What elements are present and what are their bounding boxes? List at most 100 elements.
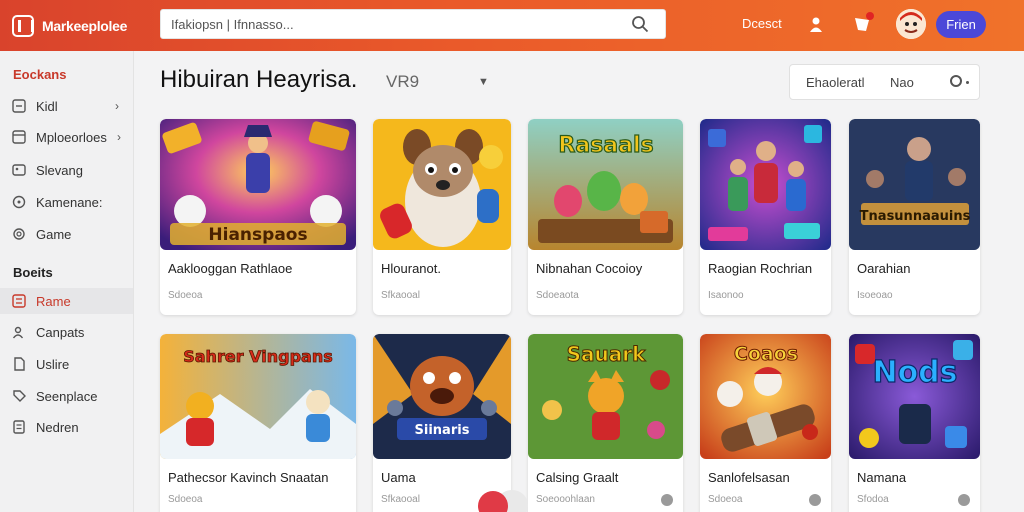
version-select[interactable]: VR9 xyxy=(386,72,419,92)
chevron-right-icon: › xyxy=(115,99,119,113)
game-card[interactable]: Raogian Rochrian Isaonoo xyxy=(700,119,831,315)
sidebar-item[interactable]: Game xyxy=(0,221,133,247)
search-icon[interactable] xyxy=(631,15,649,33)
sidebar-item[interactable]: Uslire xyxy=(0,351,133,377)
badge-icon xyxy=(958,494,970,506)
chevron-right-icon: › xyxy=(117,130,121,144)
game-card[interactable]: Nods Namana Sfodoa xyxy=(849,334,980,512)
sidebar-item[interactable]: Canpats xyxy=(0,319,133,345)
card-thumbnail: Sahrer Vingpans xyxy=(160,334,356,459)
sidebar-item-label: Mploeorloes xyxy=(36,129,107,145)
sidebar-item-label: Slevang xyxy=(36,162,83,178)
card-thumbnail: Nods xyxy=(849,334,980,459)
card-art-text: Sahrer Vingpans xyxy=(183,347,333,366)
sidebar: Eockans Kidl › Mploeorloes › Slevang Kam… xyxy=(0,51,134,512)
card-title: Nibnahan Cocoioy xyxy=(536,261,643,276)
sidebar-item-label: Game xyxy=(36,226,72,242)
card-thumbnail xyxy=(373,119,511,250)
list-icon xyxy=(11,293,27,309)
document-icon xyxy=(11,419,27,435)
card-art-text: Rasaals xyxy=(558,133,653,158)
search-value: Ifakiopsn | Ifnnasso... xyxy=(171,17,294,32)
avatar[interactable] xyxy=(896,9,926,39)
sidebar-item[interactable]: Nedren xyxy=(0,414,133,440)
game-card[interactable]: Siinaris Uama Sfkaooal xyxy=(373,334,511,512)
card-subtitle: Sdoeoa xyxy=(708,494,743,505)
sidebar-item-label: Kamenane: xyxy=(36,194,103,210)
game-card[interactable]: Hlouranot. Sfkaooal xyxy=(373,119,511,315)
card-subtitle: Isoeoao xyxy=(857,290,893,301)
card-thumbnail: Siinaris xyxy=(373,334,511,459)
sidebar-item[interactable]: Mploeorloes › xyxy=(0,124,133,150)
circle-icon xyxy=(11,194,27,210)
game-card[interactable]: Hianspaos Aaklooggan Rathlaoe Sdoeoa xyxy=(160,119,356,315)
card-title: Calsing Graalt xyxy=(536,470,619,485)
card-title: Oarahian xyxy=(857,261,911,276)
sidebar-item-label: Uslire xyxy=(36,356,70,372)
card-subtitle: Sdoeaota xyxy=(536,290,579,301)
badge-icon xyxy=(661,494,673,506)
box-icon xyxy=(11,129,27,145)
options-icon[interactable] xyxy=(950,75,962,87)
sidebar-section-title: Boeits xyxy=(13,265,53,280)
card-thumbnail: Rasaals xyxy=(528,119,683,250)
users-icon xyxy=(11,324,27,340)
image-icon xyxy=(11,162,27,178)
sidebar-item[interactable]: Kidl › xyxy=(0,93,133,119)
sidebar-item[interactable]: Seenplace xyxy=(0,383,133,409)
game-card[interactable]: Rasaals Nibnahan Cocoioy Sdoeaota xyxy=(528,119,683,315)
filter-option[interactable]: Ehaoleratl xyxy=(806,75,865,90)
page-title: Hibuiran Heayrisa. xyxy=(160,66,358,93)
card-thumbnail: Tnasunnaauins xyxy=(849,119,980,250)
card-art-text: Coaos xyxy=(734,343,798,365)
sidebar-item-label: Nedren xyxy=(36,419,79,435)
game-card[interactable]: Sahrer Vingpans Pathecsor Kavinch Snaata… xyxy=(160,334,356,512)
card-thumbnail: Coaos xyxy=(700,334,831,459)
game-card[interactable]: Coaos Sanlofelsasan Sdoeoa xyxy=(700,334,831,512)
sidebar-item[interactable]: Slevang xyxy=(0,157,133,183)
filter-bar[interactable]: Ehaoleratl Nao xyxy=(789,64,980,100)
filter-option[interactable]: Nao xyxy=(890,75,914,90)
card-subtitle: Isaonoo xyxy=(708,290,744,301)
card-art-text: Sauark xyxy=(567,342,646,366)
top-bar: Markeeplolee Ifakiopsn | Ifnnasso... Dce… xyxy=(0,0,1024,51)
settings-icon xyxy=(11,226,27,242)
card-art-text: Nods xyxy=(872,355,957,390)
card-subtitle: Soeooohlaan xyxy=(536,494,595,505)
card-subtitle: Sfkaooal xyxy=(381,290,420,301)
card-title: Raogian Rochrian xyxy=(708,261,813,276)
square-icon xyxy=(11,98,27,114)
sidebar-item[interactable]: Kamenane: xyxy=(0,189,133,215)
card-art-text: Hianspaos xyxy=(208,225,307,245)
card-subtitle: Sfkaooal xyxy=(381,494,420,505)
card-title: Aaklooggan Rathlaoe xyxy=(168,261,293,276)
search-input[interactable]: Ifakiopsn | Ifnnasso... xyxy=(160,9,666,39)
card-thumbnail: Sauark xyxy=(528,334,683,459)
sidebar-item-label: Canpats xyxy=(36,324,85,340)
header-link[interactable]: Dcesct xyxy=(742,16,782,31)
tag-icon xyxy=(11,388,27,404)
notification-icon[interactable] xyxy=(850,12,874,36)
file-icon xyxy=(11,356,27,372)
card-subtitle: Sdoeoa xyxy=(168,290,203,301)
header-button[interactable]: Frien xyxy=(936,11,986,38)
chevron-down-icon[interactable]: ▼ xyxy=(478,76,489,88)
sidebar-item-label: Kidl xyxy=(36,98,58,114)
card-thumbnail xyxy=(700,119,831,250)
card-title: Namana xyxy=(857,470,907,485)
avatar-image xyxy=(896,9,926,39)
card-title: Pathecsor Kavinch Snaatan xyxy=(168,470,329,485)
logo[interactable]: Markeeplolee xyxy=(0,0,134,51)
sidebar-item-active[interactable]: Rame xyxy=(0,288,133,314)
game-card[interactable]: Sauark Calsing Graalt Soeooohlaan xyxy=(528,334,683,512)
profile-icon[interactable] xyxy=(804,12,828,36)
badge-icon xyxy=(809,494,821,506)
game-card[interactable]: Tnasunnaauins Oarahian Isoeoao xyxy=(849,119,980,315)
sidebar-section-title: Eockans xyxy=(13,67,67,82)
card-title: Sanlofelsasan xyxy=(708,470,790,485)
card-art-text: Tnasunnaauins xyxy=(860,209,971,224)
card-subtitle: Sdoeoa xyxy=(168,494,203,505)
card-thumbnail: Hianspaos xyxy=(160,119,356,250)
app-name: Markeeplolee xyxy=(42,17,128,34)
sidebar-item-label: Seenplace xyxy=(36,388,98,404)
